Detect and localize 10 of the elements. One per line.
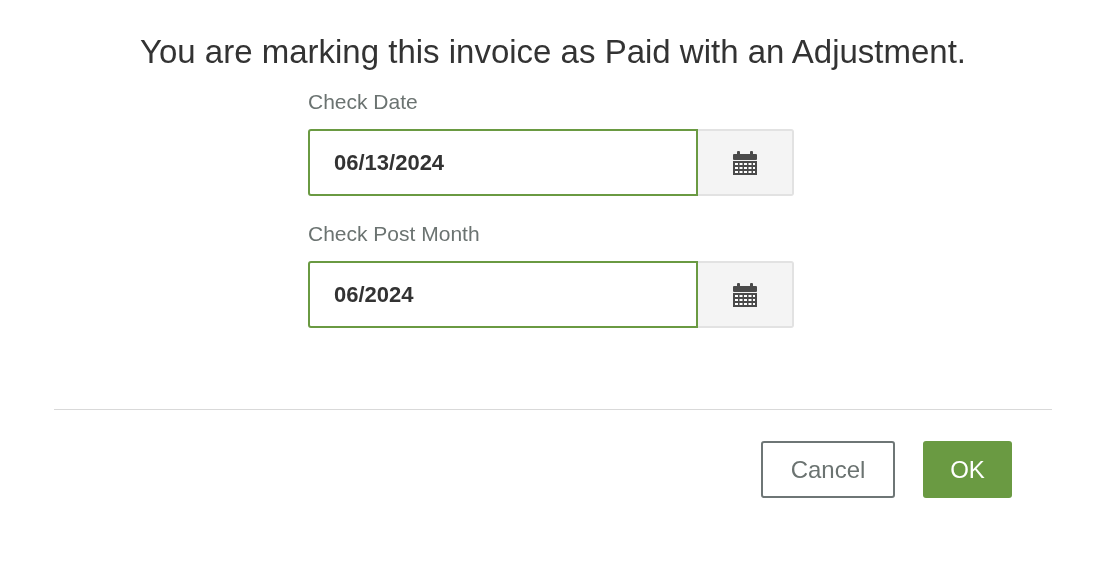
calendar-button[interactable] [698, 261, 794, 328]
dialog-heading: You are marking this invoice as Paid with an Adjustment. [139, 32, 967, 72]
date-field[interactable]: 06/2024 [308, 261, 698, 328]
field-label: Check Post Month [308, 221, 480, 247]
calendar-icon [732, 149, 758, 176]
field-label: Check Date [308, 89, 418, 115]
calendar-icon [732, 281, 758, 308]
cancel-button[interactable]: Cancel [761, 441, 895, 498]
calendar-button[interactable] [698, 129, 794, 196]
date-field[interactable]: 06/13/2024 [308, 129, 698, 196]
